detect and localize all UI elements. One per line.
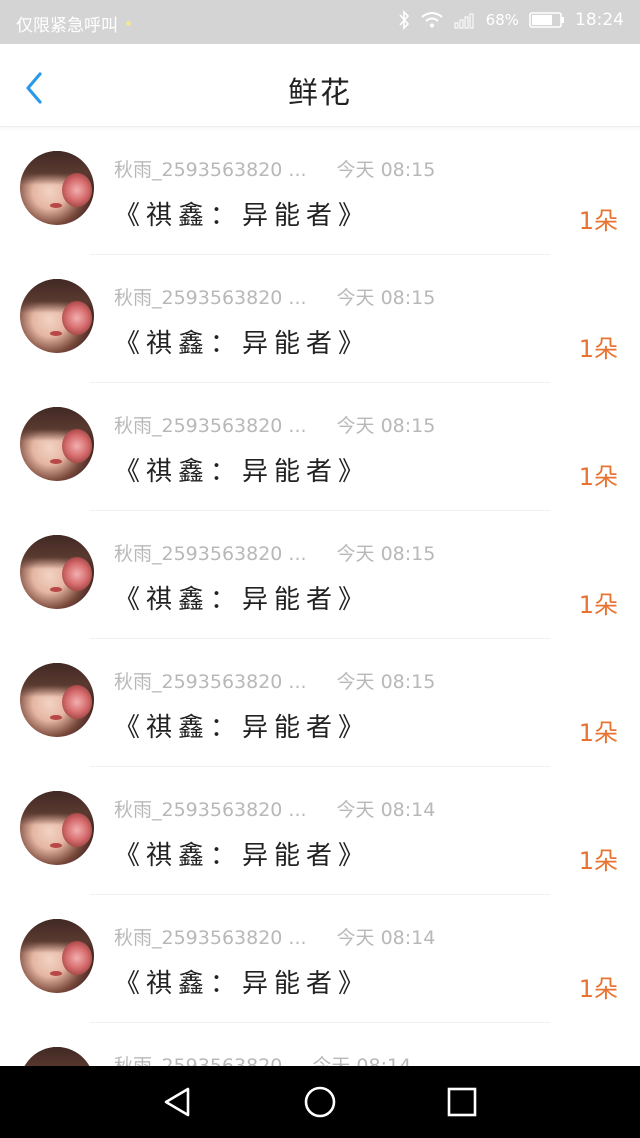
list-item[interactable]: 秋雨_2593563820 ... 今天 08:15 《祺鑫：异能者》 1朵 bbox=[0, 127, 640, 255]
book-title: 《祺鑫：异能者》 bbox=[114, 713, 371, 743]
wifi-icon bbox=[421, 12, 443, 28]
book-title: 《祺鑫：异能者》 bbox=[114, 969, 371, 999]
username: 秋雨_2593563820 ... bbox=[114, 415, 307, 437]
item-meta: 秋雨_2593563820 ... 今天 08:14 bbox=[114, 795, 435, 822]
clock: 18:24 bbox=[575, 10, 624, 30]
list-item[interactable]: 秋雨_2593563820 ... 今天 08:15 《祺鑫：异能者》 1朵 bbox=[0, 511, 640, 639]
status-bar: 仅限紧急呼叫 68% 18:24 bbox=[0, 0, 640, 44]
flower-list: 秋雨_2593563820 ... 今天 08:15 《祺鑫：异能者》 1朵 秋雨… bbox=[0, 127, 640, 1066]
nav-home-button[interactable] bbox=[302, 1084, 338, 1120]
square-recents-icon bbox=[447, 1087, 477, 1117]
list-item[interactable]: 秋雨_2593563820 ... 今天 08:15 《祺鑫：异能者》 1朵 bbox=[0, 383, 640, 511]
screen: 仅限紧急呼叫 68% 18:24 鲜花 秋雨_2593563820 ... 今天… bbox=[0, 0, 640, 1138]
flower-count: 1朵 bbox=[578, 975, 618, 1003]
nav-back-button[interactable] bbox=[160, 1084, 196, 1120]
username: 秋雨_2593563820 ... bbox=[114, 159, 307, 181]
avatar[interactable] bbox=[20, 279, 94, 353]
triangle-back-icon bbox=[164, 1087, 190, 1117]
username: 秋雨_2593563820 ... bbox=[114, 543, 307, 565]
username: 秋雨_2593563820 ... bbox=[114, 799, 307, 821]
book-title: 《祺鑫：异能者》 bbox=[114, 457, 371, 487]
timestamp: 今天 08:15 bbox=[336, 543, 436, 565]
navigation-bar bbox=[0, 1066, 640, 1138]
flower-count: 1朵 bbox=[578, 335, 618, 363]
item-meta: 秋雨_2593563820 ... 今天 08:15 bbox=[114, 667, 435, 694]
username: 秋雨_2593563820 ... bbox=[114, 671, 307, 693]
avatar[interactable] bbox=[20, 1047, 94, 1066]
timestamp: 今天 08:15 bbox=[336, 671, 436, 693]
book-title: 《祺鑫：异能者》 bbox=[114, 841, 371, 871]
username: 秋雨_2593563820 ... bbox=[114, 927, 307, 949]
signal-icon bbox=[454, 13, 474, 29]
list-item[interactable]: 秋雨_2593563820 ... 今天 08:15 《祺鑫：异能者》 1朵 bbox=[0, 639, 640, 767]
battery-icon bbox=[529, 12, 564, 28]
list-item[interactable]: 秋雨_2593563820 ... 今天 08:14 《祺鑫：异能者》 1朵 bbox=[0, 767, 640, 895]
flower-count: 1朵 bbox=[578, 207, 618, 235]
circle-home-icon bbox=[304, 1086, 336, 1118]
avatar[interactable] bbox=[20, 151, 94, 225]
timestamp: 今天 08:14 bbox=[336, 799, 436, 821]
battery-percent: 68% bbox=[485, 11, 519, 29]
avatar[interactable] bbox=[20, 663, 94, 737]
book-title: 《祺鑫：异能者》 bbox=[114, 585, 371, 615]
item-meta: 秋雨_2593563820 ... 今天 08:15 bbox=[114, 411, 435, 438]
avatar[interactable] bbox=[20, 919, 94, 993]
nav-recents-button[interactable] bbox=[444, 1084, 480, 1120]
avatar[interactable] bbox=[20, 791, 94, 865]
bluetooth-icon bbox=[399, 10, 409, 30]
status-right: 68% 18:24 bbox=[398, 10, 624, 30]
username: 秋雨_2593563820 bbox=[114, 1055, 283, 1066]
book-title: 《祺鑫：异能者》 bbox=[114, 201, 371, 231]
item-meta: 秋雨_2593563820 ... 今天 08:15 bbox=[114, 539, 435, 566]
page-title: 鲜花 bbox=[288, 76, 352, 111]
flower-count: 1朵 bbox=[578, 847, 618, 875]
header: 鲜花 bbox=[0, 44, 640, 127]
timestamp: 今天 08:15 bbox=[336, 287, 436, 309]
timestamp: 今天 08:14 bbox=[312, 1055, 412, 1066]
flower-count: 1朵 bbox=[578, 719, 618, 747]
book-title: 《祺鑫：异能者》 bbox=[114, 329, 371, 359]
flower-count: 1朵 bbox=[578, 463, 618, 491]
item-meta: 秋雨_2593563820 ... 今天 08:14 bbox=[114, 923, 435, 950]
avatar[interactable] bbox=[20, 407, 94, 481]
item-meta: 秋雨_2593563820 ... 今天 08:15 bbox=[114, 155, 435, 182]
item-meta: 秋雨_2593563820 今天 08:14 bbox=[114, 1051, 411, 1066]
timestamp: 今天 08:15 bbox=[336, 415, 436, 437]
carrier-text: 仅限紧急呼叫 bbox=[16, 16, 118, 36]
item-meta: 秋雨_2593563820 ... 今天 08:15 bbox=[114, 283, 435, 310]
timestamp: 今天 08:15 bbox=[336, 159, 436, 181]
list-item[interactable]: 秋雨_2593563820 ... 今天 08:14 《祺鑫：异能者》 1朵 bbox=[0, 895, 640, 1023]
username: 秋雨_2593563820 ... bbox=[114, 287, 307, 309]
list-item[interactable]: 秋雨_2593563820今天 08:14 《祺鑫：异能者》 1朵 bbox=[0, 1023, 640, 1066]
list-item[interactable]: 秋雨_2593563820 ... 今天 08:15 《祺鑫：异能者》 1朵 bbox=[0, 255, 640, 383]
notification-dot-icon bbox=[126, 21, 131, 26]
flower-count: 1朵 bbox=[578, 591, 618, 619]
timestamp: 今天 08:14 bbox=[336, 927, 436, 949]
status-left: 仅限紧急呼叫 bbox=[16, 11, 131, 36]
avatar[interactable] bbox=[20, 535, 94, 609]
